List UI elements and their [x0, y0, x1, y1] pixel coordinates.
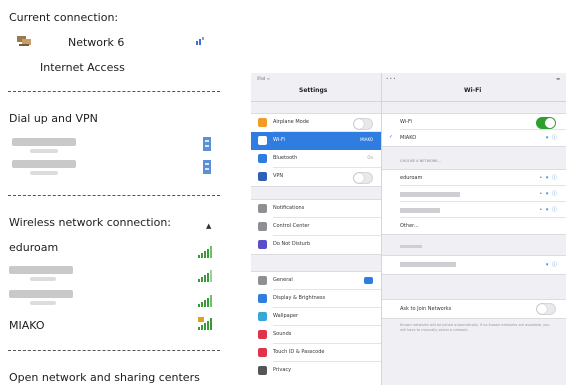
divider — [8, 350, 220, 351]
blurred-caption — [400, 245, 422, 248]
sidebar-item-airplane-mode[interactable]: Airplane Mode — [251, 114, 381, 132]
sidebar-item-privacy[interactable]: Privacy — [251, 362, 381, 380]
general-badge — [364, 277, 373, 284]
wireless-heading: Wireless network connection: — [9, 216, 172, 229]
network-row[interactable]: ▾ ⓘ — [382, 257, 566, 273]
wifi-signal-icon — [198, 267, 212, 282]
vpn-connection-icon — [203, 136, 211, 151]
sidebar-group-general: General Display & Brightness Wallpaper S… — [251, 271, 381, 385]
vpn-connection-icon — [203, 159, 211, 174]
sidebar-item-vpn[interactable]: VPN — [251, 168, 381, 186]
sidebar-item-notifications[interactable]: Notifications — [251, 200, 381, 218]
sidebar-group-notifications: Notifications Control Center Do Not Dist… — [251, 199, 381, 255]
internet-access-status: Internet Access — [40, 61, 125, 74]
ipad-settings-screenshot: iPad ≈ Settings Airplane Mode Wi-Fi MIAK… — [251, 73, 566, 385]
battery-icon: ▬ — [556, 76, 560, 81]
extra-network-group: ▾ ⓘ — [382, 255, 566, 275]
wifi-signal-icon — [198, 292, 212, 307]
sidebar-item-bluetooth[interactable]: Bluetooth On — [251, 150, 381, 168]
current-connection-label: Current connection: — [9, 11, 119, 24]
connected-network-row[interactable]: ✓ MIAKO ▾ ⓘ — [382, 130, 566, 146]
status-bar: iPad ≈ — [257, 76, 270, 81]
ask-join-group: Ask to Join Networks — [382, 299, 566, 319]
sidebar-item-wifi[interactable]: Wi-Fi MIAKO — [251, 132, 381, 150]
wifi-toggle-group: Wi-Fi ✓ MIAKO ▾ ⓘ — [382, 113, 566, 147]
status-bar-time: • • • — [386, 76, 396, 81]
choose-network-caption: CHOOSE A NETWORK... — [400, 159, 441, 163]
wifi-toggle[interactable] — [536, 117, 556, 129]
vpn-toggle[interactable] — [353, 172, 373, 184]
secured-wifi-signal-icon — [198, 315, 213, 330]
ask-join-note: Known networks will be joined automatica… — [400, 323, 550, 332]
ask-join-toggle[interactable] — [536, 303, 556, 315]
lock-wifi-info-icon[interactable]: • ▾ ⓘ — [539, 206, 558, 213]
wifi-toggle-row: Wi-Fi — [382, 114, 566, 130]
wifi-info-icon[interactable]: ▾ ⓘ — [546, 261, 558, 268]
network-list: eduroam • ▾ ⓘ • ▾ ⓘ • ▾ ⓘ Other... — [382, 169, 566, 235]
ask-join-row: Ask to Join Networks — [382, 301, 566, 317]
sidebar-group-connectivity: Airplane Mode Wi-Fi MIAKO Bluetooth On V… — [251, 113, 381, 187]
network-name: Network 6 — [68, 36, 125, 49]
network-row-eduroam[interactable]: eduroam • ▾ ⓘ — [382, 170, 566, 186]
wifi-detail-pane: • • • ▬ Wi-Fi Wi-Fi ✓ MIAKO ▾ ⓘ CHOOSE A… — [382, 73, 566, 385]
lock-wifi-info-icon[interactable]: • ▾ ⓘ — [539, 190, 558, 197]
wifi-info-icon[interactable]: ▾ ⓘ — [546, 134, 558, 141]
network-row[interactable]: • ▾ ⓘ — [382, 186, 566, 202]
divider — [8, 195, 220, 196]
network-flyout: Current connection: Network 6 Internet A… — [0, 0, 240, 385]
network-row-other[interactable]: Other... — [382, 218, 566, 234]
network-icon — [16, 32, 32, 46]
network-row[interactable]: • ▾ ⓘ — [382, 202, 566, 218]
wifi-network-eduroam[interactable]: eduroam — [9, 241, 58, 254]
sidebar-title: Settings — [299, 87, 328, 94]
sidebar-item-display-brightness[interactable]: Display & Brightness — [251, 290, 381, 308]
sidebar-item-touch-id[interactable]: Touch ID & Passcode — [251, 344, 381, 362]
checkmark-icon: ✓ — [389, 134, 394, 140]
scroll-up-icon[interactable]: ▲ — [206, 223, 211, 230]
network-status-icon — [195, 31, 205, 45]
sidebar-item-control-center[interactable]: Control Center — [251, 218, 381, 236]
lock-wifi-info-icon[interactable]: • ▾ ⓘ — [539, 174, 558, 181]
sidebar-item-do-not-disturb[interactable]: Do Not Disturb — [251, 236, 381, 254]
wifi-network-miako[interactable]: MIAKO — [9, 319, 45, 332]
dialup-vpn-heading: Dial up and VPN — [9, 112, 98, 125]
sidebar-item-general[interactable]: General — [251, 272, 381, 290]
wifi-signal-icon — [198, 243, 212, 258]
open-network-sharing-center-link[interactable]: Open network and sharing centers — [9, 371, 200, 384]
settings-sidebar: iPad ≈ Settings Airplane Mode Wi-Fi MIAK… — [251, 73, 382, 385]
divider — [8, 91, 220, 92]
airplane-mode-toggle[interactable] — [353, 118, 373, 130]
sidebar-item-wallpaper[interactable]: Wallpaper — [251, 308, 381, 326]
detail-title: Wi-Fi — [464, 87, 482, 94]
sidebar-item-sounds[interactable]: Sounds — [251, 326, 381, 344]
